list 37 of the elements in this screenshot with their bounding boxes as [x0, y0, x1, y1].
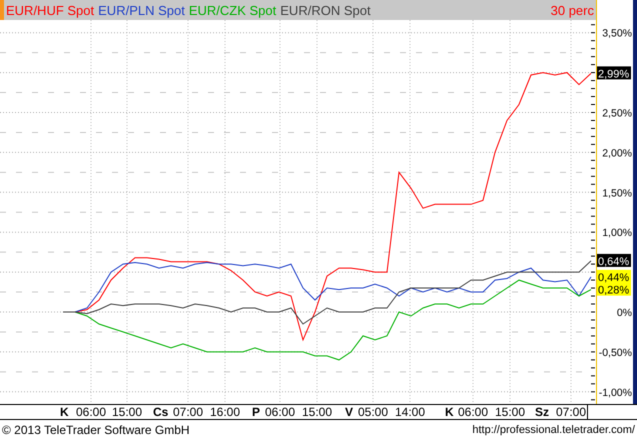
axis-label: -0,50%: [598, 346, 632, 359]
legend-label: EUR/RON Spot: [280, 4, 371, 16]
day-label: K: [60, 405, 69, 419]
axis-label: -1,00%: [598, 386, 632, 399]
time-label: 06:00: [264, 405, 296, 419]
day-label: V: [345, 405, 354, 419]
axis-label: 1,50%: [602, 187, 632, 200]
legend-label: EUR/HUF Spot: [6, 4, 94, 16]
value-label: 0,28%: [597, 282, 631, 297]
interval-label: 30 perc: [550, 4, 594, 16]
day-label: Sz: [535, 405, 550, 419]
legend-label: EUR/PLN Spot: [98, 4, 185, 16]
value-label: 0,44%: [597, 270, 631, 284]
time-label: 06:00: [458, 405, 488, 419]
axis-label: 1,00%: [602, 227, 632, 240]
header-marker: [0, 0, 4, 20]
time-label: 06:00: [76, 405, 106, 419]
time-label: 15:00: [112, 405, 142, 419]
url-text: http://professional.teletrader.com/: [472, 422, 635, 438]
axis-label: 3,50%: [602, 28, 632, 40]
time-label: 05:00: [358, 405, 388, 419]
value-label: 0,64%: [597, 254, 631, 268]
time-label: 07:00: [172, 405, 204, 419]
day-label: P: [252, 405, 260, 419]
time-label: 15:00: [302, 405, 332, 419]
copyright-text: © 2013 TeleTrader Software GmbH: [2, 422, 190, 439]
time-label: 16:00: [210, 405, 240, 419]
legend-label: EUR/CZK Spot: [188, 4, 276, 16]
axis-label: 2,50%: [602, 108, 632, 120]
time-label: 07:00: [556, 405, 586, 419]
day-label: K: [445, 405, 454, 419]
time-label: 15:00: [494, 405, 526, 419]
axis-label: 2,00%: [602, 147, 632, 160]
value-label: 2,99%: [597, 66, 631, 80]
axis-label: 0%: [616, 307, 632, 319]
day-label: Cs: [153, 405, 168, 419]
time-label: 14:00: [394, 405, 426, 419]
